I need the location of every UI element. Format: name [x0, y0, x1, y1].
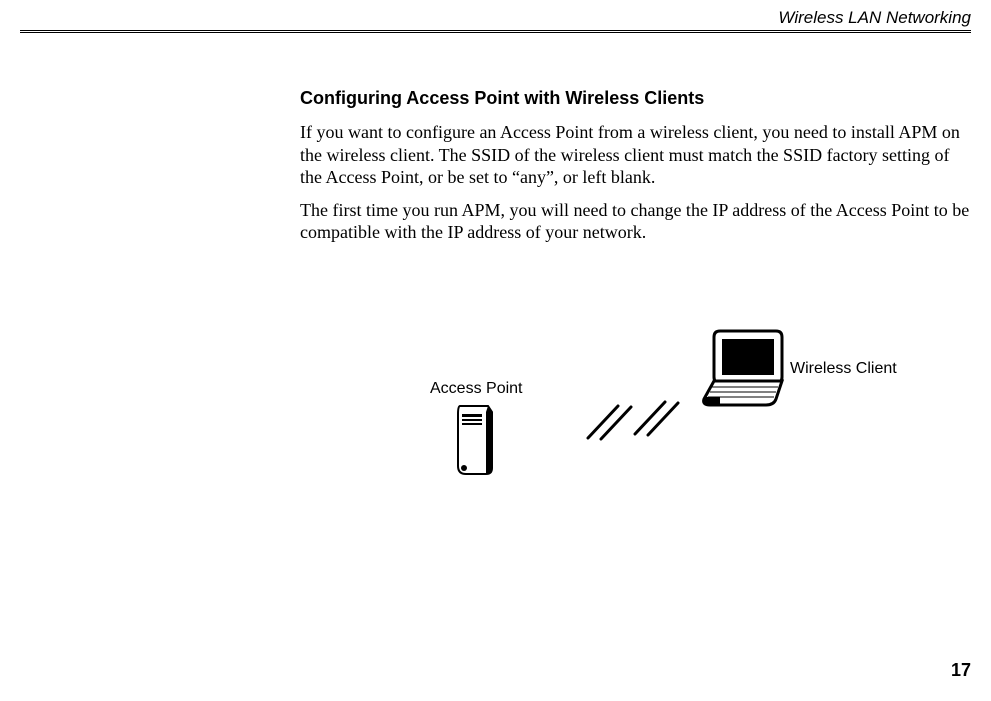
- wireless-client-group: Wireless Client: [700, 325, 785, 407]
- access-point-icon: [452, 402, 500, 478]
- paragraph-2: The first time you run APM, you will nee…: [300, 199, 971, 244]
- section-title: Configuring Access Point with Wireless C…: [300, 88, 971, 109]
- access-point-label: Access Point: [430, 380, 522, 398]
- wireless-signal-icon: [583, 398, 683, 443]
- laptop-icon: [700, 325, 785, 407]
- chapter-header: Wireless LAN Networking: [778, 8, 971, 28]
- page-number: 17: [951, 660, 971, 681]
- content-area: Configuring Access Point with Wireless C…: [300, 88, 971, 254]
- paragraph-1: If you want to configure an Access Point…: [300, 121, 971, 189]
- header-rule: [20, 30, 971, 33]
- access-point-group: Access Point: [430, 380, 522, 478]
- wireless-client-label: Wireless Client: [790, 360, 897, 378]
- network-diagram: Access Point: [300, 320, 950, 540]
